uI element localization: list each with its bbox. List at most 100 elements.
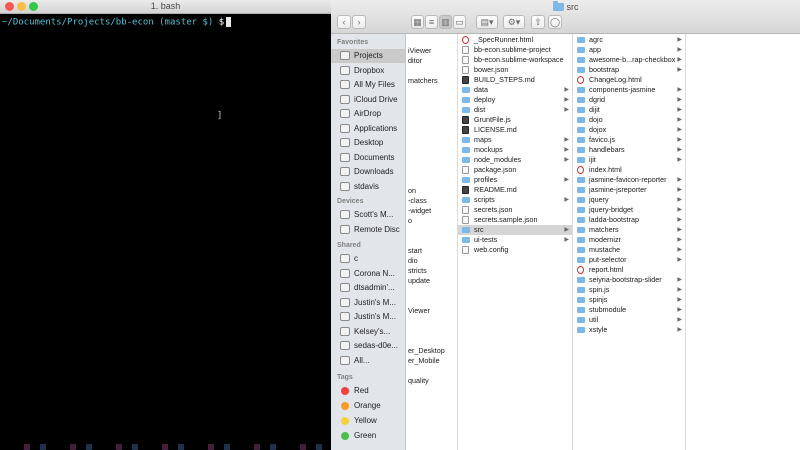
file-row[interactable]: bb-econ.sublime-project xyxy=(458,45,572,55)
file-row[interactable] xyxy=(406,366,457,376)
file-row[interactable]: report.html xyxy=(573,265,685,275)
file-row[interactable] xyxy=(406,336,457,346)
folder-row[interactable]: mustache ▶ xyxy=(573,245,685,255)
file-row[interactable]: _SpecRunner.html xyxy=(458,35,572,45)
sidebar-item[interactable]: c xyxy=(331,252,405,266)
folder-row[interactable]: dojox ▶ xyxy=(573,125,685,135)
folder-row[interactable]: profiles ▶ xyxy=(458,175,572,185)
folder-row[interactable]: deploy ▶ xyxy=(458,95,572,105)
file-row[interactable]: -class xyxy=(406,196,457,206)
sidebar-item[interactable]: Applications xyxy=(331,122,405,136)
sidebar-item[interactable]: AirDrop xyxy=(331,107,405,121)
back-button[interactable]: ‹ xyxy=(337,15,351,29)
sidebar-item[interactable]: Kelsey's... xyxy=(331,325,405,339)
file-row[interactable] xyxy=(406,96,457,106)
folder-row[interactable]: favico.js ▶ xyxy=(573,135,685,145)
terminal-window[interactable]: 1. bash ~/Documents/Projects/bb-econ (ma… xyxy=(0,0,331,450)
folder-row[interactable]: matchers ▶ xyxy=(573,225,685,235)
folder-row[interactable]: node_modules ▶ xyxy=(458,155,572,165)
file-row[interactable] xyxy=(406,176,457,186)
sidebar-item[interactable]: Remote Disc xyxy=(331,223,405,237)
list-view-icon[interactable]: ≡ xyxy=(425,15,438,29)
folder-row[interactable]: scripts ▶ xyxy=(458,195,572,205)
file-row[interactable] xyxy=(406,106,457,116)
folder-row[interactable]: jquery-bridget ▶ xyxy=(573,205,685,215)
gear-icon[interactable]: ⚙▾ xyxy=(503,15,525,29)
file-row[interactable]: ditor xyxy=(406,56,457,66)
sidebar-item[interactable]: Justin's M... xyxy=(331,296,405,310)
file-row[interactable]: bower.json xyxy=(458,65,572,75)
tag-icon[interactable]: ◯ xyxy=(548,15,562,29)
file-row[interactable]: on xyxy=(406,186,457,196)
forward-button[interactable]: › xyxy=(352,15,366,29)
file-row[interactable]: bb-econ.sublime-workspace xyxy=(458,55,572,65)
folder-row[interactable]: agrc ▶ xyxy=(573,35,685,45)
folder-row[interactable]: xstyle ▶ xyxy=(573,325,685,335)
sidebar-item[interactable]: All My Files xyxy=(331,78,405,92)
sidebar-item[interactable]: Downloads xyxy=(331,165,405,179)
column-parent[interactable]: iViewer ditor matchers on -class -widget o star… xyxy=(406,34,458,450)
folder-row[interactable]: seiyria-bootstrap-slider ▶ xyxy=(573,275,685,285)
sidebar-item[interactable]: Justin's M... xyxy=(331,310,405,324)
folder-row[interactable]: spinjs ▶ xyxy=(573,295,685,305)
folder-row[interactable]: data ▶ xyxy=(458,85,572,95)
terminal-titlebar[interactable]: 1. bash xyxy=(0,0,331,14)
file-row[interactable]: quality xyxy=(406,376,457,386)
file-row[interactable] xyxy=(406,146,457,156)
folder-row[interactable]: jasmine-jsreporter ▶ xyxy=(573,185,685,195)
sidebar-item[interactable]: Green xyxy=(331,429,405,443)
file-row[interactable]: stricts xyxy=(406,266,457,276)
file-row[interactable]: GruntFile.js xyxy=(458,115,572,125)
file-row[interactable]: dio xyxy=(406,256,457,266)
terminal-prompt[interactable]: ~/Documents/Projects/bb-econ (master $) … xyxy=(2,17,232,28)
sidebar-item[interactable]: sedas-d0e... xyxy=(331,339,405,353)
file-row[interactable]: er_Mobile xyxy=(406,356,457,366)
sidebar-item[interactable]: Orange xyxy=(331,399,405,413)
column-view-icon[interactable]: ▥ xyxy=(439,15,452,29)
sidebar-item[interactable]: Corona N... xyxy=(331,267,405,281)
sidebar-item[interactable]: Projects xyxy=(331,49,405,63)
folder-row[interactable]: bootstrap ▶ xyxy=(573,65,685,75)
folder-row[interactable]: spin.js ▶ xyxy=(573,285,685,295)
file-row[interactable]: secrets.sample.json xyxy=(458,215,572,225)
sidebar-item[interactable]: stdavis xyxy=(331,180,405,194)
arrange-icon[interactable]: ▤▾ xyxy=(476,15,498,29)
folder-row[interactable]: app ▶ xyxy=(573,45,685,55)
file-row[interactable]: web.config xyxy=(458,245,572,255)
folder-row[interactable]: modernizr ▶ xyxy=(573,235,685,245)
folder-row[interactable]: components-jasmine ▶ xyxy=(573,85,685,95)
file-row[interactable]: iViewer xyxy=(406,46,457,56)
file-row[interactable]: package.json xyxy=(458,165,572,175)
folder-row[interactable]: dist ▶ xyxy=(458,105,572,115)
folder-row[interactable]: util ▶ xyxy=(573,315,685,325)
file-row[interactable]: matchers xyxy=(406,76,457,86)
file-row[interactable] xyxy=(406,226,457,236)
file-row[interactable] xyxy=(406,286,457,296)
file-row[interactable]: er_Desktop xyxy=(406,346,457,356)
file-row[interactable]: BUILD_STEPS.md xyxy=(458,75,572,85)
column-project[interactable]: _SpecRunner.html bb-econ.sublime-project b… xyxy=(458,34,573,450)
folder-row[interactable]: ladda-bootstrap ▶ xyxy=(573,215,685,225)
file-row[interactable] xyxy=(406,316,457,326)
file-row[interactable]: secrets.json xyxy=(458,205,572,215)
file-row[interactable]: Viewer xyxy=(406,306,457,316)
folder-row[interactable]: mockups ▶ xyxy=(458,145,572,155)
folder-row[interactable]: maps ▶ xyxy=(458,135,572,145)
folder-row[interactable]: ijit ▶ xyxy=(573,155,685,165)
folder-row[interactable]: dijit ▶ xyxy=(573,105,685,115)
file-row[interactable] xyxy=(406,136,457,146)
sidebar-item[interactable]: Dropbox xyxy=(331,64,405,78)
sidebar-item[interactable]: Scott's M... xyxy=(331,208,405,222)
sidebar-item[interactable]: All... xyxy=(331,354,405,368)
file-row[interactable]: README.md xyxy=(458,185,572,195)
folder-row[interactable]: handlebars ▶ xyxy=(573,145,685,155)
folder-row[interactable]: dojo ▶ xyxy=(573,115,685,125)
file-row[interactable] xyxy=(406,66,457,76)
sidebar-item[interactable]: Red xyxy=(331,384,405,398)
sidebar-item[interactable]: dtsadmin'... xyxy=(331,281,405,295)
file-row[interactable] xyxy=(406,156,457,166)
sidebar-item[interactable]: Documents xyxy=(331,151,405,165)
folder-row[interactable]: jquery ▶ xyxy=(573,195,685,205)
sidebar-item[interactable]: iCloud Drive xyxy=(331,93,405,107)
folder-row[interactable]: jasmine-favicon-reporter ▶ xyxy=(573,175,685,185)
